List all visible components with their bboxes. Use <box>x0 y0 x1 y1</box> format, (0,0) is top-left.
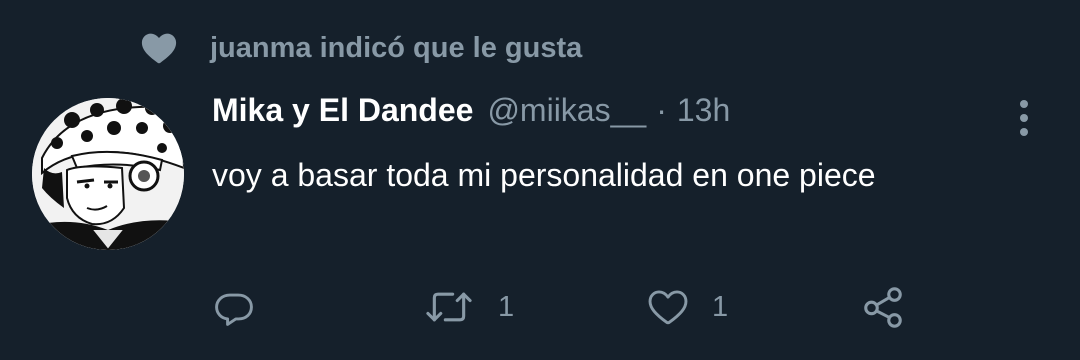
like-button[interactable]: 1 <box>646 282 728 332</box>
tweet-text: voy a basar toda mi personalidad en one … <box>212 157 876 193</box>
separator-dot: · <box>656 92 667 128</box>
tweet-header: Mika y El Dandee @miikas__ · 13h <box>212 92 730 144</box>
action-bar: 1 1 <box>212 282 932 332</box>
reply-icon <box>215 293 253 326</box>
like-count: 1 <box>712 290 729 323</box>
social-context-text[interactable]: juanma indicó que le gusta <box>210 32 582 65</box>
retweet-button[interactable]: 1 <box>422 282 514 332</box>
timestamp[interactable]: 13h <box>677 92 730 129</box>
reply-button[interactable] <box>212 282 278 332</box>
display-name[interactable]: Mika y El Dandee <box>212 92 473 129</box>
share-button[interactable] <box>860 282 928 332</box>
avatar-image <box>32 98 184 250</box>
retweet-icon <box>426 292 472 322</box>
more-button[interactable] <box>1000 94 1048 142</box>
heart-icon <box>141 33 177 64</box>
share-icon <box>864 287 902 328</box>
avatar[interactable] <box>32 98 184 250</box>
social-context: juanma indicó que le gusta <box>140 28 582 68</box>
user-handle[interactable]: @miikas__ <box>487 92 646 129</box>
retweet-count: 1 <box>498 290 515 323</box>
more-icon <box>1020 100 1028 136</box>
like-icon <box>648 290 688 325</box>
